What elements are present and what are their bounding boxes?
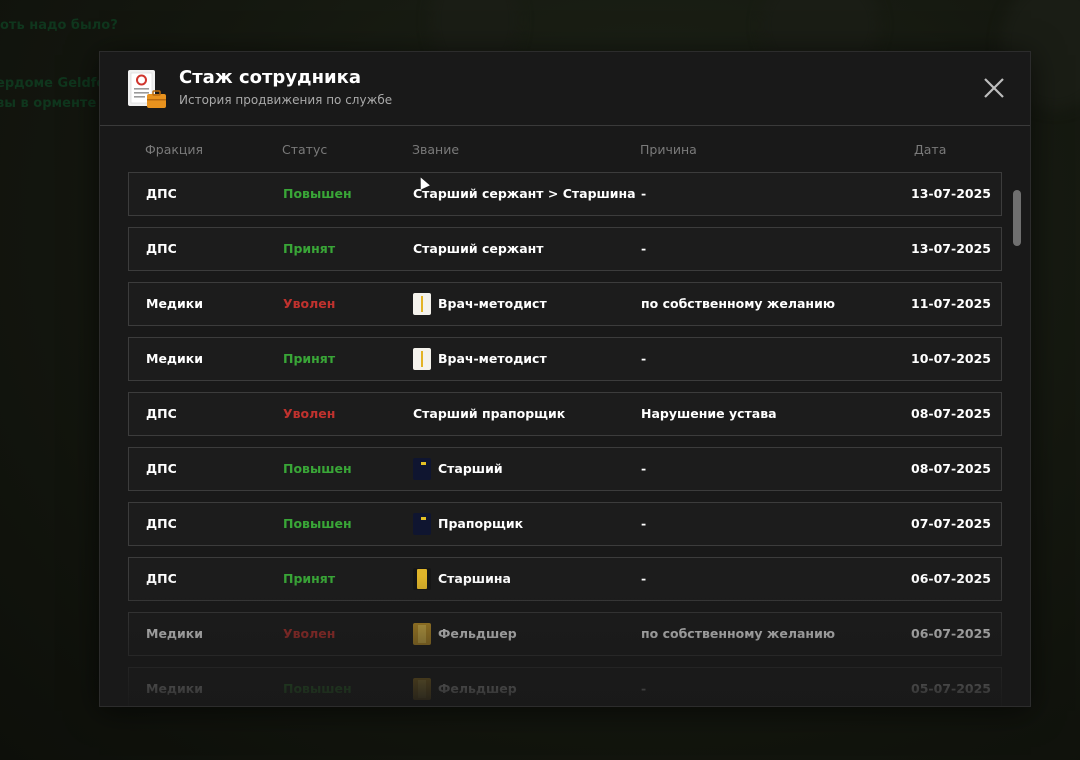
- modal-header: Стаж сотрудника История продвижения по с…: [100, 52, 1030, 126]
- status-cell: Принят: [283, 241, 336, 256]
- table-row[interactable]: ДПС Повышен Старший сержант > Старшина -…: [128, 172, 1002, 216]
- status-cell: Принят: [283, 351, 336, 366]
- faction-cell: ДПС: [146, 241, 177, 256]
- reason-cell: Нарушение устава: [641, 406, 777, 421]
- rank-cell: Старший прапорщик: [413, 393, 565, 435]
- rank-label: Старший прапорщик: [413, 406, 566, 421]
- seniority-modal: Стаж сотрудника История продвижения по с…: [99, 51, 1031, 707]
- column-header-date: Дата: [914, 142, 947, 157]
- close-icon[interactable]: [980, 74, 1008, 102]
- date-cell: 05-07-2025: [911, 681, 991, 696]
- status-cell: Уволен: [283, 626, 336, 641]
- rank-label: Старший сержант: [413, 241, 544, 256]
- faction-cell: Медики: [146, 681, 204, 696]
- rank-cell: Старший: [413, 448, 503, 490]
- history-list[interactable]: ДПС Повышен Старший сержант > Старшина -…: [128, 172, 1003, 706]
- faction-cell: ДПС: [146, 406, 177, 421]
- status-cell: Повышен: [283, 186, 352, 201]
- column-header-faction: Фракция: [145, 142, 204, 157]
- background-text: ердоме Geldfel: [0, 76, 110, 91]
- rank-label: Фельдшер: [438, 681, 517, 696]
- rank-label: Старший: [438, 461, 503, 476]
- faction-cell: Медики: [146, 626, 204, 641]
- date-cell: 07-07-2025: [911, 516, 991, 531]
- table-row[interactable]: ДПС Принят Старший сержант - 13-07-2025: [128, 227, 1002, 271]
- rank-cell: Старший сержант: [413, 228, 544, 270]
- table-row[interactable]: Медики Повышен Фельдшер - 05-07-2025: [128, 667, 1002, 706]
- rank-cell: Врач-методист: [413, 283, 547, 325]
- background-text: вы в орменте: [0, 96, 97, 111]
- faction-cell: Медики: [146, 296, 204, 311]
- rank-label: Врач-методист: [438, 351, 547, 366]
- date-cell: 08-07-2025: [911, 461, 991, 476]
- rank-label: Прапорщик: [438, 516, 524, 531]
- rank-label: Фельдшер: [438, 626, 517, 641]
- column-header-status: Статус: [282, 142, 328, 157]
- rank-cell: Фельдшер: [413, 668, 517, 706]
- gold-wide-icon: [413, 678, 431, 700]
- reason-cell: -: [641, 351, 647, 366]
- table-row[interactable]: Медики Уволен Фельдшер по собственному ж…: [128, 612, 1002, 656]
- table-row[interactable]: ДПС Повышен Старший - 08-07-2025: [128, 447, 1002, 491]
- faction-cell: ДПС: [146, 186, 177, 201]
- status-cell: Повышен: [283, 516, 352, 531]
- date-cell: 08-07-2025: [911, 406, 991, 421]
- status-cell: Повышен: [283, 681, 352, 696]
- column-header-reason: Причина: [640, 142, 697, 157]
- scrollbar-thumb[interactable]: [1013, 190, 1021, 246]
- rank-cell: Прапорщик: [413, 503, 523, 545]
- rank-label: Старшина: [438, 571, 511, 586]
- navy-dotted-icon: [413, 513, 431, 535]
- rank-cell: Старшина: [413, 558, 511, 600]
- reason-cell: -: [641, 571, 647, 586]
- modal-title: Стаж сотрудника: [179, 67, 362, 88]
- gold-wide-icon: [413, 623, 431, 645]
- navy-dotted-icon: [413, 458, 431, 480]
- table-row[interactable]: Медики Уволен Врач-методист по собственн…: [128, 282, 1002, 326]
- white-gold-stripe-icon: [413, 293, 431, 315]
- table-row[interactable]: ДПС Повышен Прапорщик - 07-07-2025: [128, 502, 1002, 546]
- status-cell: Уволен: [283, 296, 336, 311]
- faction-cell: ДПС: [146, 461, 177, 476]
- date-cell: 06-07-2025: [911, 626, 991, 641]
- reason-cell: по собственному желанию: [641, 626, 835, 641]
- background-text: оть надо было?: [0, 18, 118, 33]
- faction-cell: Медики: [146, 351, 204, 366]
- reason-cell: -: [641, 516, 647, 531]
- rank-label: Врач-методист: [438, 296, 547, 311]
- rank-cell: Врач-методист: [413, 338, 547, 380]
- modal-subtitle: История продвижения по службе: [179, 93, 393, 107]
- rank-label: Старший сержант > Старшина: [413, 186, 636, 201]
- rank-cell: Фельдшер: [413, 613, 517, 655]
- table-row[interactable]: ДПС Принят Старшина - 06-07-2025: [128, 557, 1002, 601]
- status-cell: Уволен: [283, 406, 336, 421]
- gold-bar-icon: [413, 568, 431, 590]
- document-briefcase-icon: [128, 70, 166, 108]
- date-cell: 13-07-2025: [911, 186, 991, 201]
- table-row[interactable]: Медики Принят Врач-методист - 10-07-2025: [128, 337, 1002, 381]
- reason-cell: -: [641, 186, 647, 201]
- date-cell: 10-07-2025: [911, 351, 991, 366]
- date-cell: 11-07-2025: [911, 296, 991, 311]
- faction-cell: ДПС: [146, 516, 177, 531]
- reason-cell: -: [641, 461, 647, 476]
- white-gold-stripe-icon: [413, 348, 431, 370]
- column-header-rank: Звание: [412, 142, 460, 157]
- reason-cell: -: [641, 681, 647, 696]
- date-cell: 06-07-2025: [911, 571, 991, 586]
- status-cell: Повышен: [283, 461, 352, 476]
- rank-cell: Старший сержант > Старшина: [413, 173, 636, 215]
- reason-cell: -: [641, 241, 647, 256]
- status-cell: Принят: [283, 571, 336, 586]
- reason-cell: по собственному желанию: [641, 296, 835, 311]
- table-row[interactable]: ДПС Уволен Старший прапорщик Нарушение у…: [128, 392, 1002, 436]
- date-cell: 13-07-2025: [911, 241, 991, 256]
- faction-cell: ДПС: [146, 571, 177, 586]
